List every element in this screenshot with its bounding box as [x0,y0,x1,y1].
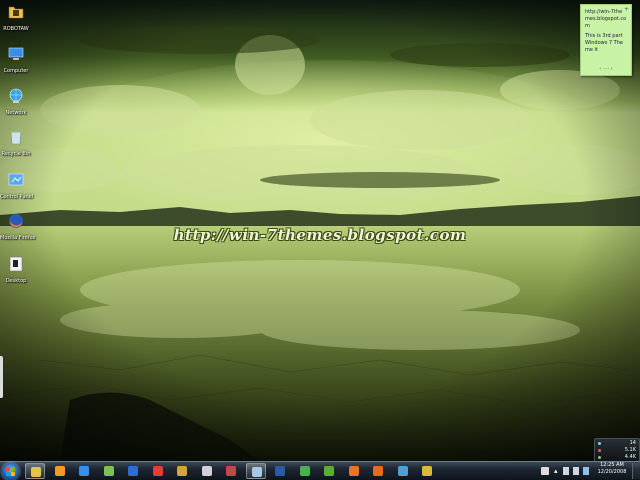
sidebar-edge-tab[interactable] [0,356,3,398]
computer-icon [8,47,24,60]
app-icon [201,466,212,476]
desktop-icon-computer[interactable]: Computer [0,45,32,74]
meter-row: 14 [595,440,639,447]
taskbar-button-photoshop[interactable] [270,463,290,479]
desktop-icon-control-panel[interactable]: Control Panel [0,171,34,200]
network-icon [9,88,23,103]
desktop-icon-desktop[interactable]: Desktop [0,255,32,284]
recycle-bin-icon [10,131,22,145]
utorrent-icon [324,466,334,476]
volume-icon[interactable] [573,467,579,475]
folder-icon [8,6,24,19]
taskbar-button-chrome[interactable] [295,463,315,479]
meter-value: 4.4K [624,454,636,460]
sticky-note-line: http://win-7themes.blogspot.com [585,9,627,29]
meter-row: 5.1K [595,447,639,454]
tray-expand-icon[interactable]: ▴ [554,467,562,475]
desktop-icon-label: Control Panel [0,194,34,200]
desktop-icon-label: Mozilla Firefox [0,235,36,241]
photoshop-icon [275,466,285,476]
desktop-icon-firefox[interactable]: Mozilla Firefox [0,212,36,241]
action-center-icon[interactable] [541,467,549,475]
tool-icon [177,466,187,476]
desktop-icon-label: Network [5,110,27,116]
clock[interactable]: 12:25 AM 12/20/2008 [597,462,627,476]
show-desktop-button[interactable] [632,463,640,479]
clock-date: 12/20/2008 [597,469,627,475]
media-player-icon [54,466,65,476]
desktop-icon-label: Recycle Bin [1,151,31,157]
explorer-icon [31,467,41,477]
desktop-icon-network[interactable]: Network [0,87,32,116]
desktop-icon-label: Computer [3,68,29,74]
battery-icon[interactable] [583,467,589,475]
meter-value: 14 [629,440,636,446]
monitor-icon [397,466,408,476]
start-button[interactable] [2,463,19,480]
office-icon [373,466,383,476]
taskbar-button-firefox[interactable] [344,463,364,479]
taskbar-button-office[interactable] [368,463,388,479]
taskbar-button-explorer[interactable] [25,463,45,479]
meter-dot-icon [598,456,601,459]
taskbar-button-utorrent[interactable] [319,463,339,479]
sticky-note-line: This is 3rd part Windows 7 Theme it [585,33,623,53]
network-meter-gadget[interactable]: 14 5.1K 4.4K [594,438,640,461]
flashget-icon [152,466,163,476]
firefox-icon [348,466,359,476]
desktop-icon-label: ROBOTAW [3,26,29,32]
taskbar-button-media-player[interactable] [50,463,70,479]
taskbar-button-window[interactable] [245,463,266,479]
clock-time: 12:25 AM [600,462,624,468]
windows-logo-icon [6,467,15,476]
desktop-icon-robotaw[interactable]: ROBOTAW [0,3,32,32]
chrome-icon [299,466,310,476]
pen-tool-icon [422,466,432,476]
app2-icon [226,466,236,476]
taskbar: ▴ [0,461,640,480]
network-tray-icon[interactable] [563,467,569,475]
desktop-icon-recycle-bin[interactable]: Recycle Bin [0,128,32,157]
internet-explorer-icon [79,466,89,476]
taskbar-button-messenger[interactable] [123,463,143,479]
desktop-shortcut-icon [9,256,23,272]
taskbar-button-internet-explorer[interactable] [74,463,94,479]
meter-dot-icon [598,442,601,445]
firefox-icon [9,214,23,228]
control-panel-icon [8,173,24,186]
meter-value: 5.1K [624,447,636,453]
taskbar-button-flashget[interactable] [148,463,168,479]
window-icon [251,467,262,477]
sticky-note-nav[interactable]: ‹ ···· › [585,66,627,72]
desktop[interactable]: http://win-7themes.blogspot.com ROBOTAW … [0,0,640,461]
watermark-text: http://win-7themes.blogspot.com [173,226,467,244]
sticky-note[interactable]: + http://win-7themes.blogspot.com This i… [580,4,632,76]
meter-row: 4.4K [595,454,639,461]
desktop-icon-label: Desktop [5,278,27,284]
taskbar-button-pen-tool[interactable] [417,463,437,479]
meter-dot-icon [598,449,601,452]
network-tool-icon [103,466,114,476]
taskbar-button-app[interactable] [197,463,217,479]
taskbar-button-app2[interactable] [221,463,241,479]
taskbar-button-tool[interactable] [172,463,192,479]
taskbar-button-monitor[interactable] [393,463,413,479]
sticky-note-text[interactable]: http://win-7themes.blogspot.com This is … [585,9,627,54]
taskbar-button-network-tool[interactable] [99,463,119,479]
messenger-icon [128,466,138,476]
